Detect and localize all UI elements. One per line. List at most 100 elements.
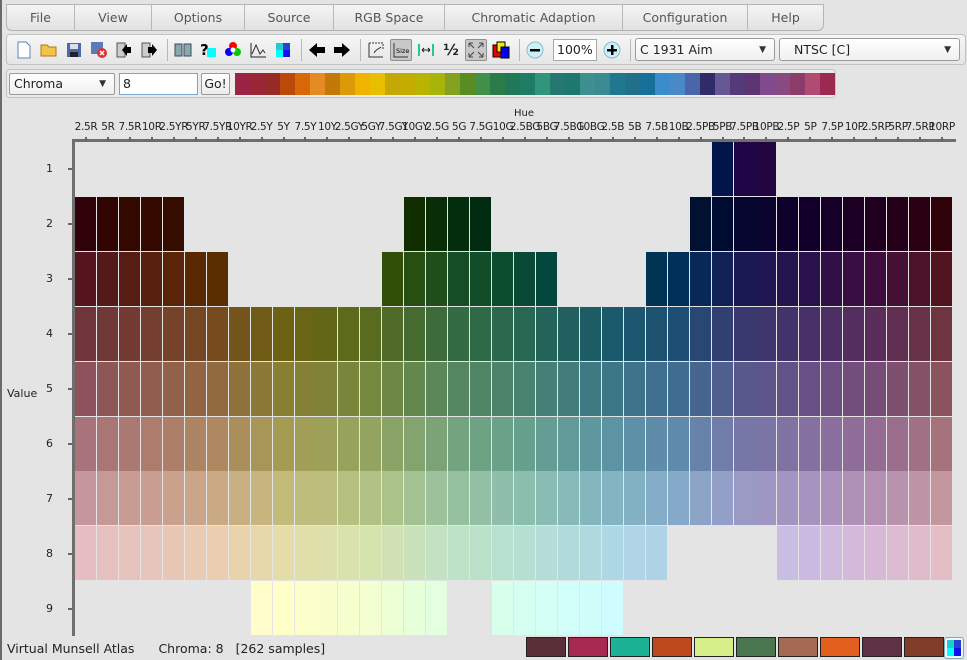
munsell-chip[interactable]: [382, 581, 404, 636]
menu-options[interactable]: Options: [152, 5, 245, 30]
munsell-chip[interactable]: [843, 251, 865, 306]
munsell-chip[interactable]: [206, 526, 228, 581]
munsell-chip[interactable]: [272, 471, 294, 526]
munsell-chip[interactable]: [821, 251, 843, 306]
munsell-chip[interactable]: [799, 361, 821, 416]
munsell-chip[interactable]: [843, 416, 865, 471]
munsell-chip[interactable]: [667, 416, 689, 471]
munsell-chip[interactable]: [733, 142, 755, 196]
munsell-chip[interactable]: [777, 526, 799, 581]
munsell-chip[interactable]: [755, 251, 777, 306]
munsell-chip[interactable]: [799, 306, 821, 361]
palette-swatch[interactable]: [475, 72, 490, 95]
munsell-chip[interactable]: [711, 416, 733, 471]
open-button[interactable]: [38, 39, 60, 61]
half-step-button[interactable]: ½: [440, 39, 462, 61]
recent-color-swatch[interactable]: [568, 637, 608, 657]
munsell-chip[interactable]: [426, 581, 448, 636]
munsell-chip[interactable]: [865, 251, 887, 306]
munsell-chip[interactable]: [96, 526, 118, 581]
munsell-chip[interactable]: [382, 526, 404, 581]
recent-color-swatch[interactable]: [694, 637, 734, 657]
palette-swatch[interactable]: [790, 72, 805, 95]
menu-configuration[interactable]: Configuration: [623, 5, 748, 30]
munsell-chip[interactable]: [755, 416, 777, 471]
munsell-chip[interactable]: [338, 526, 360, 581]
munsell-chip[interactable]: [448, 471, 470, 526]
munsell-chip[interactable]: [470, 196, 492, 251]
munsell-chip[interactable]: [272, 526, 294, 581]
munsell-chip[interactable]: [426, 251, 448, 306]
munsell-chip[interactable]: [492, 306, 514, 361]
munsell-chip[interactable]: [75, 196, 96, 251]
munsell-chip[interactable]: [228, 416, 250, 471]
munsell-chip[interactable]: [865, 526, 887, 581]
munsell-chip[interactable]: [140, 251, 162, 306]
munsell-chip[interactable]: [887, 306, 909, 361]
munsell-chip[interactable]: [799, 471, 821, 526]
palette-swatch[interactable]: [625, 72, 640, 95]
munsell-chip[interactable]: [448, 526, 470, 581]
munsell-chip[interactable]: [579, 361, 601, 416]
munsell-chip[interactable]: [865, 306, 887, 361]
munsell-chip[interactable]: [514, 361, 535, 416]
munsell-chip[interactable]: [206, 361, 228, 416]
munsell-chip[interactable]: [404, 251, 426, 306]
munsell-chip[interactable]: [426, 471, 448, 526]
munsell-chip[interactable]: [777, 306, 799, 361]
munsell-chip[interactable]: [492, 526, 514, 581]
palette-swatch[interactable]: [775, 72, 790, 95]
munsell-chip[interactable]: [250, 306, 272, 361]
munsell-chip[interactable]: [184, 526, 206, 581]
munsell-chip[interactable]: [711, 142, 733, 196]
swap-axes-button[interactable]: [365, 39, 387, 61]
munsell-chip[interactable]: [162, 196, 184, 251]
munsell-chip[interactable]: [404, 361, 426, 416]
munsell-chip[interactable]: [294, 526, 316, 581]
illuminant-dropdown[interactable]: C 1931 Aim ▼: [635, 38, 775, 61]
munsell-chip[interactable]: [250, 471, 272, 526]
munsell-chip[interactable]: [843, 361, 865, 416]
menu-chromatic-adaption[interactable]: Chromatic Adaption: [445, 5, 623, 30]
munsell-chip[interactable]: [755, 196, 777, 251]
munsell-chip[interactable]: [404, 196, 426, 251]
munsell-chip[interactable]: [294, 361, 316, 416]
munsell-chip[interactable]: [118, 471, 140, 526]
munsell-chip[interactable]: [799, 251, 821, 306]
munsell-chip[interactable]: [711, 196, 733, 251]
munsell-chip[interactable]: [206, 416, 228, 471]
munsell-chip[interactable]: [843, 306, 865, 361]
munsell-chip[interactable]: [206, 471, 228, 526]
munsell-chip[interactable]: [272, 306, 294, 361]
zoom-level-field[interactable]: 100%: [553, 38, 597, 61]
munsell-chip[interactable]: [228, 306, 250, 361]
munsell-chip[interactable]: [75, 306, 96, 361]
munsell-chip[interactable]: [645, 306, 667, 361]
munsell-chip[interactable]: [887, 471, 909, 526]
munsell-chip[interactable]: [448, 196, 470, 251]
munsell-chip[interactable]: [140, 526, 162, 581]
munsell-chip[interactable]: [96, 251, 118, 306]
munsell-chip[interactable]: [931, 416, 953, 471]
munsell-chip[interactable]: [777, 251, 799, 306]
munsell-chip[interactable]: [426, 361, 448, 416]
munsell-chip[interactable]: [294, 581, 316, 636]
munsell-chip[interactable]: [140, 416, 162, 471]
rgb-space-dropdown[interactable]: NTSC [C] ▼: [779, 38, 960, 61]
palette-swatch[interactable]: [730, 72, 745, 95]
munsell-chip[interactable]: [689, 251, 711, 306]
munsell-chip[interactable]: [360, 361, 382, 416]
munsell-chip[interactable]: [514, 526, 535, 581]
munsell-chip[interactable]: [931, 526, 953, 581]
palette-swatch[interactable]: [595, 72, 610, 95]
palette-swatch[interactable]: [280, 72, 295, 95]
munsell-chip[interactable]: [448, 361, 470, 416]
munsell-chip[interactable]: [118, 361, 140, 416]
munsell-chip[interactable]: [448, 306, 470, 361]
palette-swatch[interactable]: [640, 72, 655, 95]
munsell-chip[interactable]: [426, 416, 448, 471]
munsell-chip[interactable]: [601, 526, 623, 581]
munsell-chip[interactable]: [294, 306, 316, 361]
munsell-chip[interactable]: [492, 581, 514, 636]
munsell-chip[interactable]: [711, 361, 733, 416]
